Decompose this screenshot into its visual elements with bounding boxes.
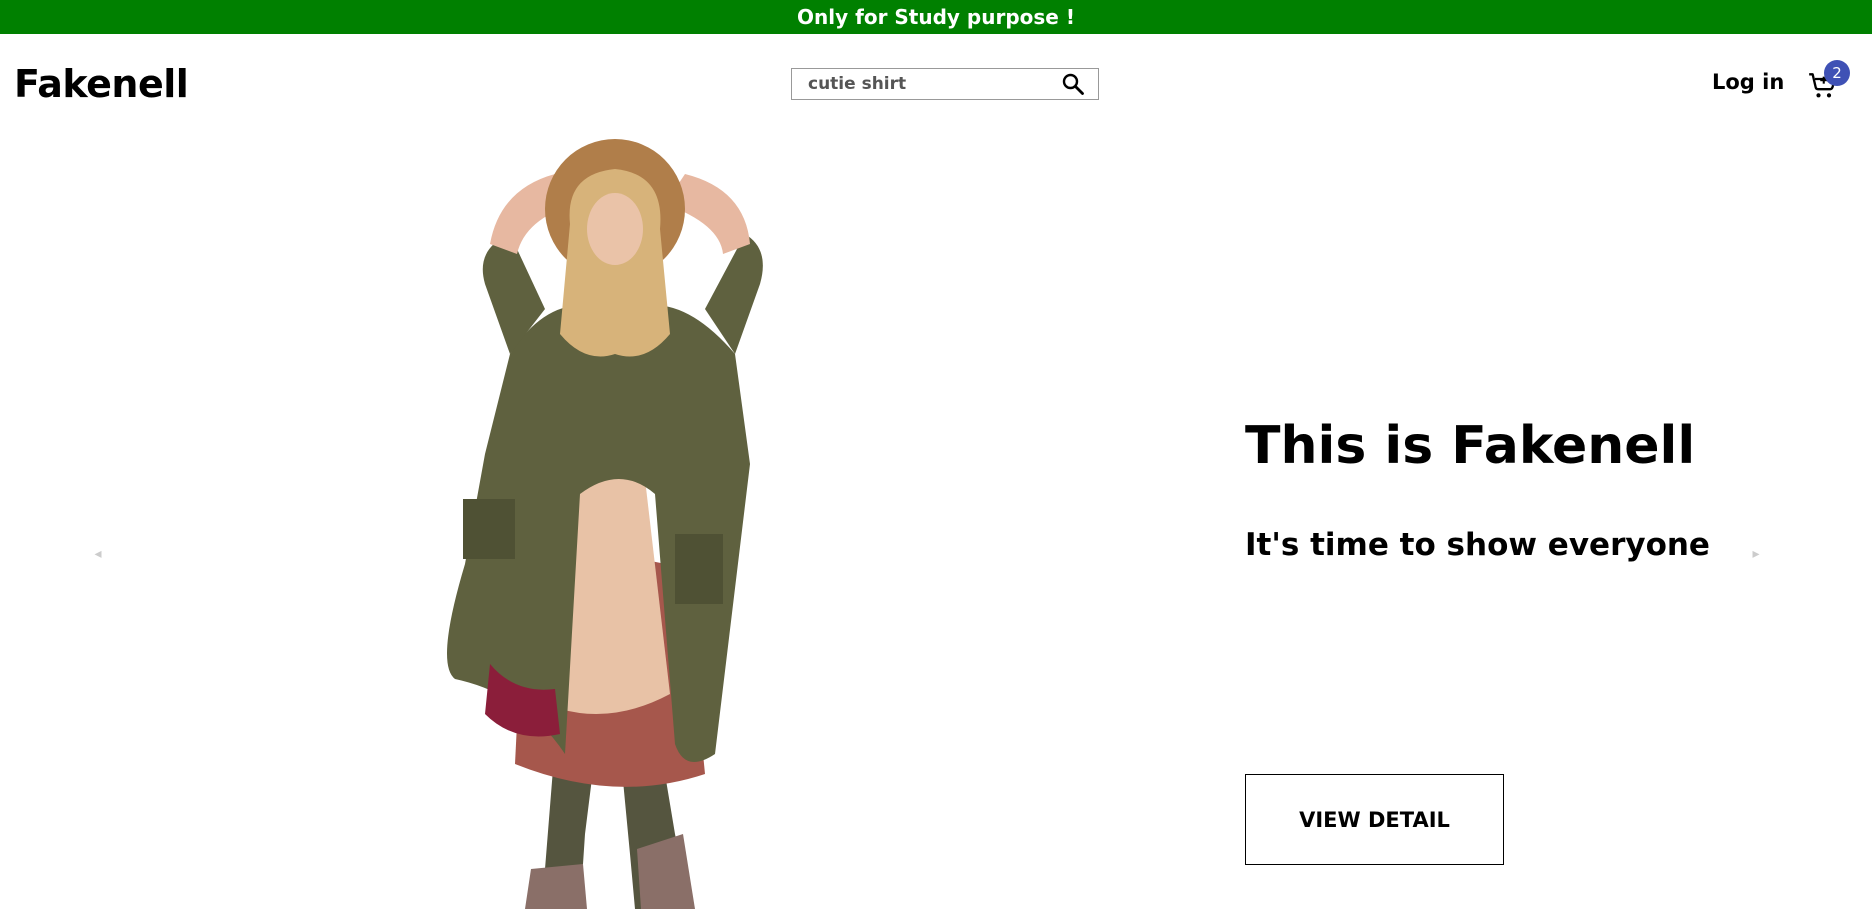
hero-title: This is Fakenell [1245,416,1696,476]
chevron-left-icon: ◂ [94,546,102,562]
hero-text: This is Fakenell It's time to show every… [1245,416,1710,865]
search-box [791,68,1099,100]
navbar: Fakenell Log in 2 [0,34,1872,134]
search-button[interactable] [1060,72,1086,98]
hero-subtitle: It's time to show everyone [1245,527,1710,564]
logo[interactable]: Fakenell [14,62,189,106]
carousel-next-arrow[interactable]: ▸ [1746,544,1766,564]
chevron-right-icon: ▸ [1752,546,1760,562]
view-detail-button[interactable]: VIEW DETAIL [1245,774,1504,865]
carousel-prev-arrow[interactable]: ◂ [88,544,108,564]
cart-button[interactable]: 2 [1808,60,1856,108]
login-link[interactable]: Log in [1712,70,1784,94]
hero-carousel: ◂ This is Fakenell It's time to show eve… [0,134,1872,909]
search-icon [1062,73,1084,95]
banner-text: Only for Study purpose ! [797,5,1075,29]
cart-count-badge: 2 [1824,60,1850,86]
top-banner: Only for Study purpose ! [0,0,1872,34]
search-input[interactable] [792,69,1052,99]
model-image [447,139,763,909]
